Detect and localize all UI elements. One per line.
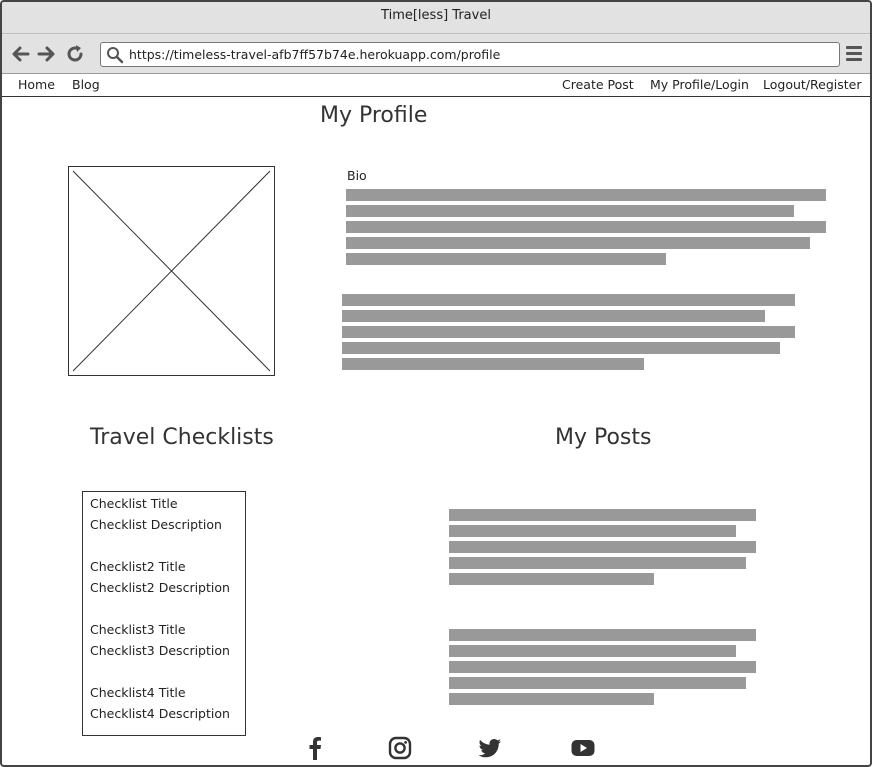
bio-label: Bio (347, 168, 367, 183)
checklist-title[interactable]: Checklist3 Title (90, 622, 186, 637)
text-line (449, 525, 736, 537)
checklist-description: Checklist3 Description (90, 643, 230, 658)
browser-window: Time[less] Travel https://timeless-trave… (0, 0, 872, 767)
address-bar[interactable]: https://timeless-travel-afb7ff57b74e.her… (100, 42, 840, 67)
nav-create-post-link[interactable]: Create Post (562, 77, 634, 92)
site-navbar: Home Blog Create Post My Profile/Login L… (2, 74, 870, 97)
text-line (449, 629, 756, 641)
posts-heading: My Posts (555, 425, 652, 450)
text-line (342, 358, 644, 370)
text-line (346, 253, 666, 265)
nav-home-link[interactable]: Home (18, 77, 55, 92)
nav-logout-register-link[interactable]: Logout/Register (763, 77, 861, 92)
nav-blog-link[interactable]: Blog (72, 77, 100, 92)
checklist-title[interactable]: Checklist Title (90, 496, 178, 511)
text-line (449, 557, 746, 569)
search-icon (106, 46, 124, 64)
checklist-title[interactable]: Checklist2 Title (90, 559, 186, 574)
text-line (449, 573, 654, 585)
reload-icon[interactable] (64, 43, 86, 65)
hamburger-menu-icon[interactable] (846, 46, 862, 62)
text-line (449, 645, 736, 657)
text-line (342, 326, 795, 338)
text-line (449, 661, 756, 673)
checklist-title[interactable]: Checklist4 Title (90, 685, 186, 700)
youtube-icon[interactable] (570, 735, 596, 761)
text-line (449, 693, 654, 705)
text-line (346, 237, 810, 249)
checklists-heading: Travel Checklists (90, 425, 274, 450)
checklist-list: Checklist Title Checklist Description Ch… (82, 491, 246, 736)
facebook-icon[interactable] (302, 735, 328, 761)
checklist-description: Checklist2 Description (90, 580, 230, 595)
forward-icon[interactable] (35, 43, 57, 65)
text-line (449, 677, 746, 689)
back-icon[interactable] (10, 43, 32, 65)
profile-image-placeholder (68, 166, 275, 376)
text-line (346, 205, 794, 217)
text-line (449, 541, 756, 553)
nav-profile-login-link[interactable]: My Profile/Login (650, 77, 749, 92)
text-line (342, 294, 795, 306)
text-line (346, 221, 826, 233)
text-line (346, 189, 826, 201)
page-title: My Profile (320, 103, 428, 128)
browser-toolbar: https://timeless-travel-afb7ff57b74e.her… (2, 34, 870, 74)
window-title: Time[less] Travel (2, 2, 870, 34)
checklist-description: Checklist Description (90, 517, 222, 532)
instagram-icon[interactable] (387, 735, 413, 761)
url-text: https://timeless-travel-afb7ff57b74e.her… (129, 47, 501, 62)
checklist-description: Checklist4 Description (90, 706, 230, 721)
text-line (449, 509, 756, 521)
text-line (342, 310, 765, 322)
text-line (342, 342, 780, 354)
twitter-icon[interactable] (477, 735, 503, 761)
